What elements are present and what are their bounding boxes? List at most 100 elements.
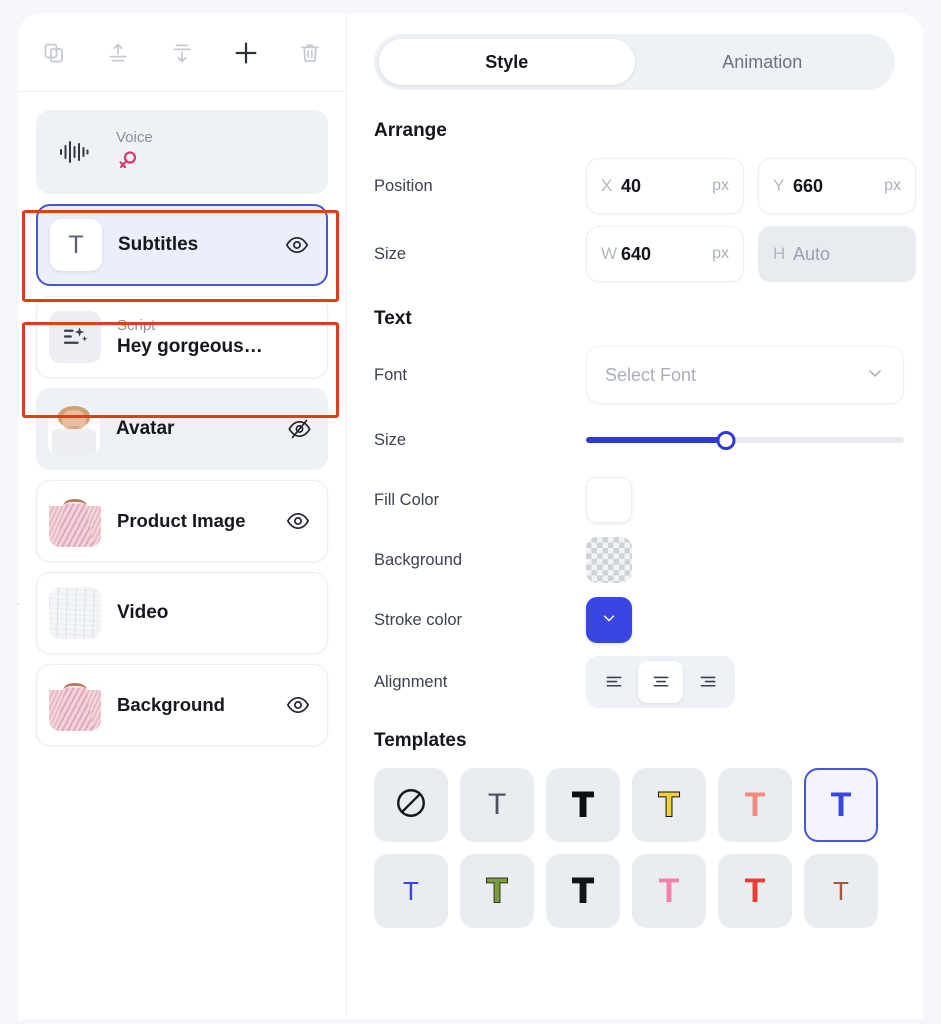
subtitles-thumbnail: T xyxy=(50,219,102,271)
background-label: Background xyxy=(374,550,463,569)
background-thumbnail xyxy=(49,679,101,731)
visibility-eye-icon[interactable] xyxy=(284,234,310,256)
product-image-thumbnail xyxy=(49,495,101,547)
size-label: Size xyxy=(374,244,407,263)
list-item-script-sublabel: Script xyxy=(117,316,156,334)
list-item-subtitles-label: Subtitles xyxy=(118,234,199,255)
font-row: Font Select Font xyxy=(374,346,904,404)
arrange-heading: Arrange xyxy=(374,120,447,141)
template-t-black[interactable]: T xyxy=(546,854,620,928)
stroke-color-row: Stroke color xyxy=(374,596,895,644)
send-to-back-icon[interactable] xyxy=(163,34,201,72)
template-glyph: T xyxy=(572,872,595,910)
text-size-label: Size xyxy=(374,430,407,449)
background-color-swatch[interactable] xyxy=(586,537,632,583)
list-item-background[interactable]: Background xyxy=(36,664,328,746)
visibility-eye-icon[interactable] xyxy=(285,510,311,532)
list-item-product-image-label: Product Image xyxy=(117,510,246,531)
editor-panel: Voice T Subtitles Script Hey gorgeous… A… xyxy=(18,14,923,1019)
position-label: Position xyxy=(374,176,433,195)
align-left-button[interactable] xyxy=(591,661,636,703)
list-item-script-body: Script Hey gorgeous… xyxy=(101,316,311,359)
text-size-row: Size xyxy=(374,416,904,464)
align-center-button[interactable] xyxy=(638,661,683,703)
template-none[interactable] xyxy=(374,768,448,842)
slider-thumb[interactable] xyxy=(716,430,736,450)
list-item-video-label: Video xyxy=(117,602,169,623)
collapse-panel-handle[interactable] xyxy=(18,586,26,626)
size-width-value: 640 xyxy=(621,243,652,264)
size-height-input: H Auto xyxy=(758,226,916,282)
align-right-button[interactable] xyxy=(685,661,730,703)
size-width-input[interactable]: W 640 px xyxy=(586,226,744,282)
template-t-rust-thin[interactable]: T xyxy=(804,854,878,928)
alignment-row: Alignment xyxy=(374,656,895,708)
visibility-eye-icon[interactable] xyxy=(285,694,311,716)
template-glyph: T xyxy=(487,788,507,821)
script-ai-icon xyxy=(49,311,101,363)
fabric-photo xyxy=(49,587,101,639)
fill-color-label: Fill Color xyxy=(374,490,440,509)
bring-to-front-icon[interactable] xyxy=(99,34,137,72)
list-item-voice-body: Voice xyxy=(100,128,312,177)
fill-color-row: Fill Color xyxy=(374,476,895,524)
chevron-down-icon xyxy=(600,609,618,632)
list-item-video[interactable]: Video xyxy=(36,572,328,654)
fill-color-swatch[interactable] xyxy=(586,477,632,523)
template-t-plain[interactable]: T xyxy=(460,768,534,842)
list-item-product-image[interactable]: Product Image xyxy=(36,480,328,562)
add-icon[interactable] xyxy=(227,34,265,72)
list-item-video-body: Video xyxy=(101,601,311,625)
list-item-voice-label: Voice xyxy=(116,128,153,146)
template-glyph: T xyxy=(403,876,419,906)
text-size-slider[interactable] xyxy=(586,429,904,451)
duplicate-icon[interactable] xyxy=(35,34,73,72)
y-axis-label: Y xyxy=(773,176,785,195)
size-height-value: Auto xyxy=(793,243,831,264)
font-label: Font xyxy=(374,365,408,384)
tab-style[interactable]: Style xyxy=(379,39,635,85)
position-y-value: 660 xyxy=(793,175,824,196)
template-glyph: T xyxy=(486,872,509,910)
delete-icon[interactable] xyxy=(291,34,329,72)
stroke-color-label: Stroke color xyxy=(374,610,463,629)
layer-toolbar xyxy=(18,14,346,92)
template-t-yellow[interactable]: T xyxy=(632,768,706,842)
slider-fill xyxy=(586,437,726,443)
template-t-red[interactable]: T xyxy=(718,854,792,928)
template-t-black-outline[interactable]: T xyxy=(546,768,620,842)
alignment-label: Alignment xyxy=(374,672,448,691)
tab-animation[interactable]: Animation xyxy=(635,39,891,85)
panel-tabs: Style Animation xyxy=(374,34,895,90)
template-t-coral[interactable]: T xyxy=(718,768,792,842)
font-select-placeholder: Select Font xyxy=(605,364,697,385)
template-t-pink[interactable]: T xyxy=(632,854,706,928)
position-row: Position X 40 px Y 660 px xyxy=(374,158,916,214)
template-t-blue-thin[interactable]: T xyxy=(374,854,448,928)
chevron-right-icon xyxy=(18,593,24,620)
list-item-avatar[interactable]: Avatar xyxy=(36,388,328,470)
avatar xyxy=(48,403,100,455)
list-item-subtitles-body: Subtitles xyxy=(102,233,284,257)
layers-list: Voice T Subtitles Script Hey gorgeous… A… xyxy=(18,92,346,746)
template-glyph: T xyxy=(744,872,766,910)
templates-heading: Templates xyxy=(374,730,467,751)
position-y-unit: px xyxy=(884,177,901,194)
stroke-color-swatch[interactable] xyxy=(586,597,632,643)
list-item-subtitles[interactable]: T Subtitles xyxy=(36,204,328,286)
list-item-voice[interactable]: Voice xyxy=(36,110,328,194)
template-t-green[interactable]: T xyxy=(460,854,534,928)
template-glyph: T xyxy=(658,872,680,910)
visibility-eye-off-icon[interactable] xyxy=(286,418,312,440)
x-axis-label: X xyxy=(601,176,613,195)
position-x-input[interactable]: X 40 px xyxy=(586,158,744,214)
list-item-script[interactable]: Script Hey gorgeous… xyxy=(36,296,328,378)
font-select[interactable]: Select Font xyxy=(586,346,904,404)
position-y-input[interactable]: Y 660 px xyxy=(758,158,916,214)
background-row: Background xyxy=(374,536,895,584)
no-style-icon xyxy=(394,786,428,825)
position-x-unit: px xyxy=(712,177,729,194)
dress-photo xyxy=(49,495,101,547)
style-panel: Style Animation Arrange Position X 40 px… xyxy=(348,14,923,1019)
template-t-blue[interactable]: T xyxy=(804,768,878,842)
